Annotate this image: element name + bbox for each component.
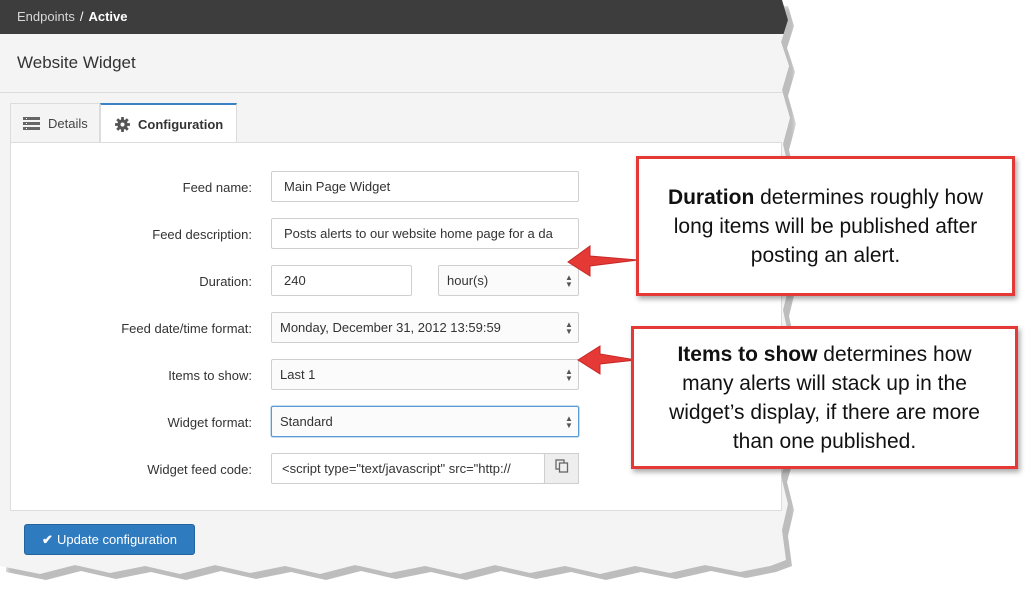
list-icon xyxy=(23,117,40,130)
feed-description-label: Feed description: xyxy=(152,227,252,242)
duration-unit-select[interactable]: hour(s) ▲ ▼ xyxy=(438,265,579,296)
items-callout-bold: Items to show xyxy=(677,342,818,366)
copy-code-button[interactable] xyxy=(544,453,579,484)
breadcrumb-active: Active xyxy=(88,9,128,24)
widget-format-select[interactable]: Standard ▲ ▼ xyxy=(271,406,579,437)
datetime-format-label: Feed date/time format: xyxy=(121,321,252,336)
datetime-format-select[interactable]: Monday, December 31, 2012 13:59:59 ▲ ▼ xyxy=(271,312,579,343)
tab-details[interactable]: Details xyxy=(10,103,100,143)
duration-value: 240 xyxy=(284,273,306,288)
update-configuration-button[interactable]: ✔ Update configuration xyxy=(24,524,195,555)
duration-callout: Duration determines roughly how long ite… xyxy=(636,156,1015,296)
feed-description-input[interactable]: Posts alerts to our website home page fo… xyxy=(271,218,579,249)
breadcrumb-separator: / xyxy=(79,9,84,24)
update-configuration-label: Update configuration xyxy=(56,532,177,547)
items-callout-text: Items to show determines how many alerts… xyxy=(650,340,999,456)
items-to-show-label: Items to show: xyxy=(168,368,252,383)
duration-unit-value: hour(s) xyxy=(447,273,489,288)
widget-format-label: Widget format: xyxy=(167,415,252,430)
duration-callout-bold: Duration xyxy=(667,185,755,209)
breadcrumb-endpoints[interactable]: Endpoints xyxy=(17,9,75,24)
widget-feed-code-value: <script type="text/javascript" src="http… xyxy=(282,461,511,476)
datetime-format-value: Monday, December 31, 2012 13:59:59 xyxy=(280,320,501,335)
widget-feed-code-label: Widget feed code: xyxy=(147,462,252,477)
tab-configuration-label: Configuration xyxy=(138,116,224,132)
check-icon: ✔ xyxy=(42,531,53,547)
top-bar: Endpoints / Active xyxy=(0,0,790,34)
widget-feed-code-input[interactable]: <script type="text/javascript" src="http… xyxy=(271,453,545,484)
copy-icon xyxy=(554,459,569,478)
breadcrumb: Endpoints / Active xyxy=(17,9,127,24)
widget-format-value: Standard xyxy=(280,414,333,429)
duration-callout-text: Duration determines roughly how long ite… xyxy=(655,183,996,270)
duration-input[interactable]: 240 xyxy=(271,265,412,296)
items-to-show-value: Last 1 xyxy=(280,367,316,382)
select-arrows-icon: ▲ ▼ xyxy=(565,414,573,430)
tab-bar: Details Configuration xyxy=(10,103,782,143)
select-arrows-icon: ▲ ▼ xyxy=(565,320,573,336)
feed-name-input[interactable]: Main Page Widget xyxy=(271,171,579,202)
items-arrow xyxy=(577,345,637,375)
feed-name-label: Feed name: xyxy=(182,180,252,195)
duration-arrow xyxy=(567,245,639,277)
tab-configuration[interactable]: Configuration xyxy=(100,103,237,143)
items-callout: Items to show determines how many alerts… xyxy=(631,326,1018,469)
title-bar: Website Widget xyxy=(0,34,790,93)
page-title: Website Widget xyxy=(17,53,136,72)
select-arrows-icon: ▲ ▼ xyxy=(565,367,573,383)
duration-label: Duration: xyxy=(199,274,252,289)
gear-icon xyxy=(115,116,130,132)
items-to-show-select[interactable]: Last 1 ▲ ▼ xyxy=(271,359,579,390)
feed-description-value: Posts alerts to our website home page fo… xyxy=(284,226,553,241)
feed-name-value: Main Page Widget xyxy=(284,179,391,194)
tab-details-label: Details xyxy=(48,116,88,131)
